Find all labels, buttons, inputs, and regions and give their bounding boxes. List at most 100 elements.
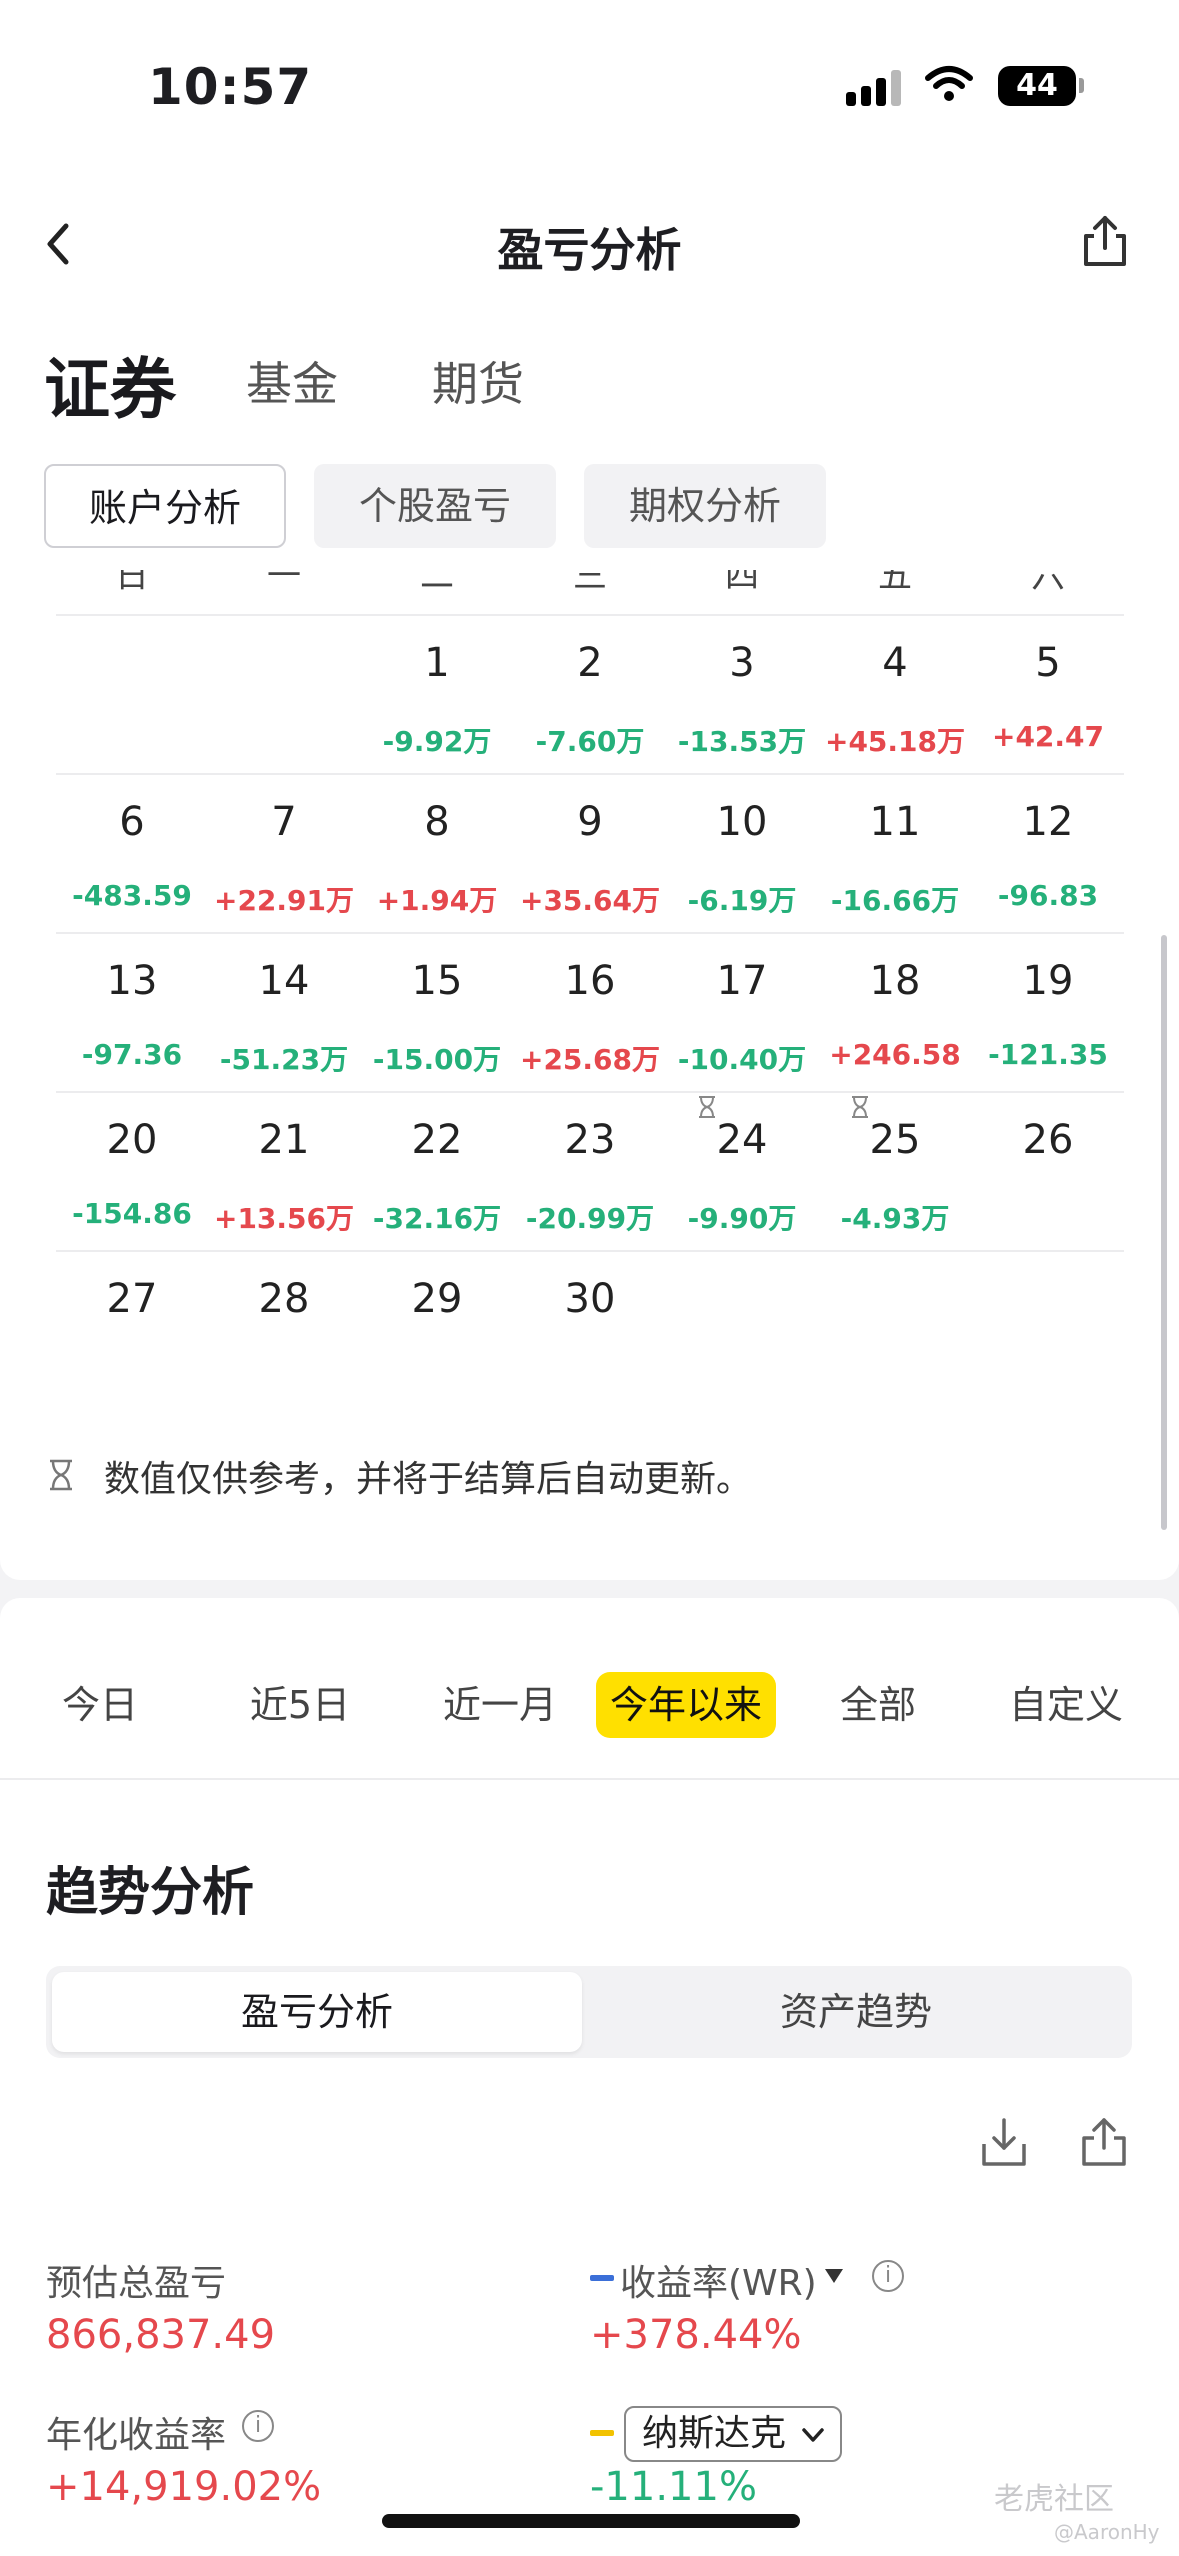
share-chart-icon[interactable] (1078, 2114, 1130, 2170)
calendar-day[interactable]: 30 (514, 1276, 666, 1356)
benchmark-dropdown[interactable]: 纳斯达克 (624, 2406, 842, 2462)
tab-futures[interactable]: 期货 (432, 348, 524, 414)
divider (56, 614, 1124, 616)
calendar-day[interactable]: 11 -16.66万 (819, 799, 971, 919)
day-number: 17 (716, 958, 768, 1004)
day-number: 23 (564, 1117, 616, 1163)
tab-securities[interactable]: 证券 (44, 336, 176, 432)
period-tab[interactable]: 自定义 (996, 1672, 1136, 1738)
period-tab[interactable]: 今年以来 (596, 1672, 776, 1738)
info-icon[interactable]: i (872, 2260, 904, 2292)
segment-asset-trend[interactable]: 资产趋势 (586, 1972, 1126, 2052)
day-pl: +35.64万 (519, 884, 661, 917)
calendar-day[interactable]: 16 +25.68万 (514, 958, 666, 1078)
calendar-note: 数值仅供参考，并将于结算后自动更新。 (104, 1459, 753, 1500)
cellular-signal-icon (846, 70, 902, 106)
return-rate-label[interactable]: 收益率(WR) (620, 2254, 817, 2306)
calendar-day[interactable]: 24 -9.90万 (666, 1117, 818, 1237)
calendar-day[interactable]: 2 -7.60万 (514, 640, 666, 760)
annualized-return-value: +14,919.02% (46, 2464, 322, 2510)
calendar-day[interactable]: 1 -9.92万 (361, 640, 513, 760)
period-tab[interactable]: 全部 (818, 1672, 938, 1738)
return-rate-value: +378.44% (590, 2312, 802, 2358)
divider (56, 1250, 1124, 1252)
calendar-day[interactable]: 27 (56, 1276, 208, 1356)
calendar-day[interactable]: 18 +246.58 (819, 958, 971, 1071)
page-title: 盈亏分析 (497, 223, 682, 277)
period-tab[interactable]: 今日 (40, 1672, 160, 1738)
calendar-day[interactable]: 21 +13.56万 (208, 1117, 360, 1237)
day-pl: -9.90万 (687, 1202, 797, 1235)
calendar-day[interactable]: 17 -10.40万 (666, 958, 818, 1078)
watermark-handle: @AaronHy (1054, 2520, 1160, 2544)
period-tab[interactable]: 近5日 (230, 1672, 370, 1738)
day-pl: -15.00万 (372, 1043, 502, 1076)
calendar-day[interactable]: 25 -4.93万 (819, 1117, 971, 1237)
benchmark-value: -11.11% (590, 2464, 757, 2510)
calendar-day[interactable]: 5 +42.47 (972, 640, 1124, 753)
calendar-day[interactable]: 6 -483.59 (56, 799, 208, 912)
wr-legend-swatch (590, 2275, 614, 2281)
annualized-return-label: 年化收益率 (46, 2415, 227, 2456)
calendar-day[interactable]: 12 -96.83 (972, 799, 1124, 912)
divider (56, 773, 1124, 775)
sub-tab-options-analysis[interactable]: 期权分析 (584, 464, 826, 548)
triangle-down-icon[interactable] (822, 2266, 846, 2286)
day-number: 27 (106, 1276, 158, 1322)
calendar-day[interactable]: 4 +45.18万 (819, 640, 971, 760)
chevron-down-icon (802, 2428, 824, 2442)
calendar-day[interactable]: 7 +22.91万 (208, 799, 360, 919)
day-number: 14 (258, 958, 310, 1004)
header (0, 150, 1179, 440)
day-number: 5 (1035, 640, 1061, 686)
day-number: 15 (411, 958, 463, 1004)
divider (56, 1091, 1124, 1093)
day-pl: +1.94万 (376, 884, 498, 917)
info-icon[interactable]: i (242, 2410, 274, 2442)
day-number: 29 (411, 1276, 463, 1322)
day-pl: +25.68万 (519, 1043, 661, 1076)
segment-pl-analysis[interactable]: 盈亏分析 (52, 1972, 582, 2052)
day-number: 2 (577, 640, 603, 686)
day-number: 22 (411, 1117, 463, 1163)
pl-calendar: 日 一 二 三 四 五 六 1 -9.92万 2 -7.60万 3 -13.53万 4 +45.18万 5 +… (0, 570, 1179, 1580)
calendar-day[interactable]: 28 (208, 1276, 360, 1356)
total-pl-value: 866,837.49 (46, 2312, 276, 2358)
tab-funds[interactable]: 基金 (246, 348, 338, 414)
day-number: 9 (577, 799, 603, 845)
weekday-label: 三 (573, 570, 607, 596)
calendar-day[interactable]: 15 -15.00万 (361, 958, 513, 1078)
calendar-day[interactable]: 14 -51.23万 (208, 958, 360, 1078)
calendar-day[interactable]: 29 (361, 1276, 513, 1356)
day-pl: -154.86 (72, 1197, 192, 1230)
hourglass-icon (699, 1096, 715, 1118)
calendar-day[interactable]: 23 -20.99万 (514, 1117, 666, 1237)
calendar-day[interactable]: 13 -97.36 (56, 958, 208, 1071)
wifi-icon (925, 66, 973, 101)
calendar-day[interactable]: 8 +1.94万 (361, 799, 513, 919)
calendar-day[interactable]: 20 -154.86 (56, 1117, 208, 1230)
day-pl: -7.60万 (535, 725, 645, 758)
status-time: 10:57 (148, 58, 313, 116)
calendar-day[interactable]: 26 (972, 1117, 1124, 1197)
period-tab[interactable]: 近一月 (420, 1672, 580, 1738)
sub-tab-account-analysis[interactable]: 账户分析 (44, 464, 286, 548)
day-number: 25 (869, 1117, 921, 1163)
day-number: 21 (258, 1117, 310, 1163)
calendar-day[interactable]: 10 -6.19万 (666, 799, 818, 919)
calendar-day[interactable]: 3 -13.53万 (666, 640, 818, 760)
calendar-day[interactable]: 22 -32.16万 (361, 1117, 513, 1237)
share-icon[interactable] (1078, 212, 1132, 270)
scrollbar[interactable] (1161, 935, 1167, 1530)
calendar-day[interactable]: 9 +35.64万 (514, 799, 666, 919)
day-pl: -96.83 (997, 879, 1099, 912)
day-number: 30 (564, 1276, 616, 1322)
sub-tab-stock-pl[interactable]: 个股盈亏 (314, 464, 556, 548)
day-pl: +22.91万 (213, 884, 355, 917)
calendar-day[interactable]: 19 -121.35 (972, 958, 1124, 1071)
benchmark-label: 纳斯达克 (642, 2413, 787, 2454)
day-number: 8 (424, 799, 450, 845)
home-indicator[interactable] (382, 2514, 800, 2528)
download-icon[interactable] (978, 2114, 1030, 2170)
weekday-label: 五 (878, 570, 912, 596)
